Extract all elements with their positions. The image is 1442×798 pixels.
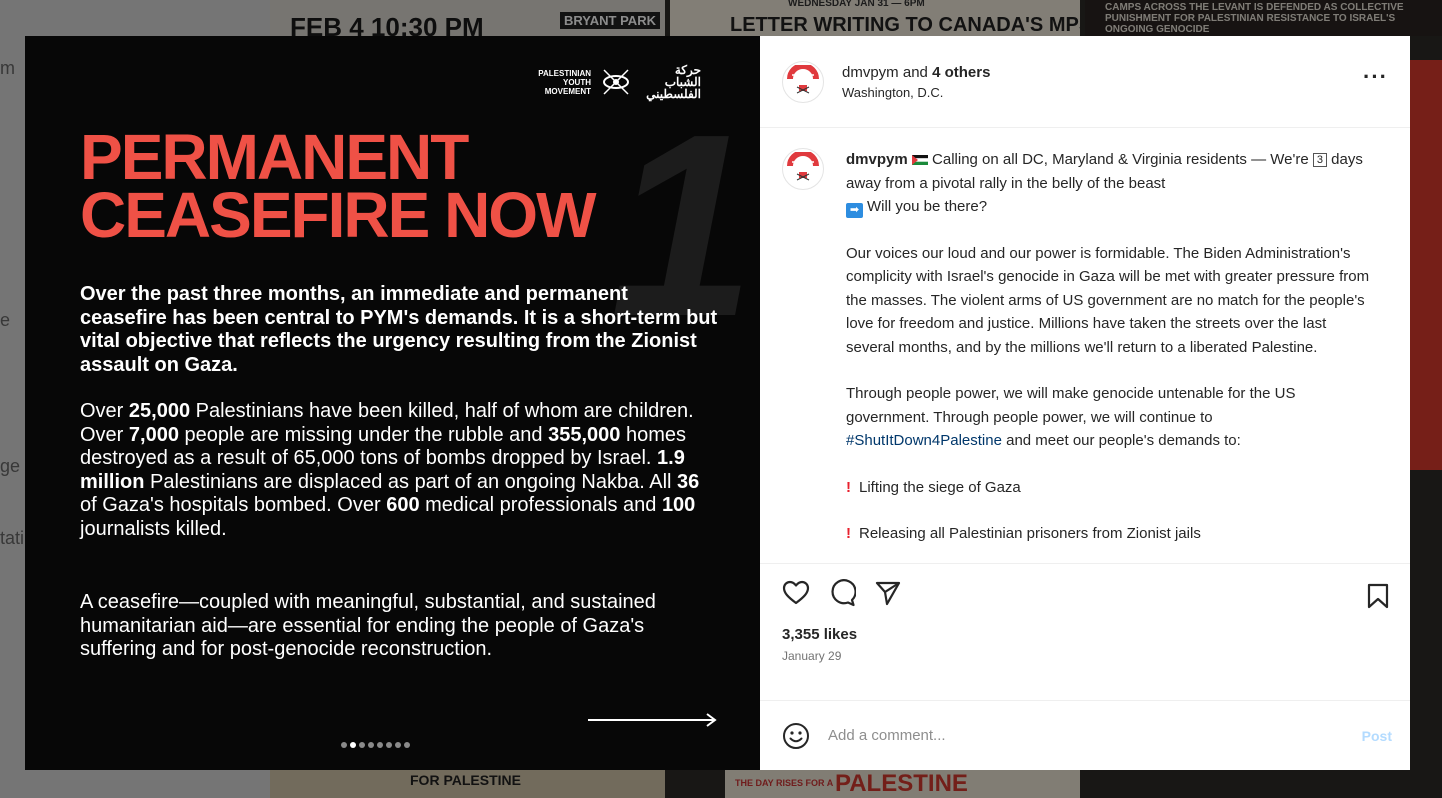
- demand-item: ! Lifting the siege of Gaza: [846, 476, 1370, 500]
- stat-figure: 355,000: [548, 423, 621, 446]
- hashtag-link[interactable]: #ShutItDown4Palestine: [846, 432, 1002, 449]
- right-arrow-emoji-icon: ➡: [846, 203, 863, 218]
- pym-logo: PALESTINIAN YOUTH MOVEMENT حركة الشباب ا…: [531, 64, 701, 100]
- collaborators-link[interactable]: 4 others: [932, 64, 990, 81]
- carousel-dot[interactable]: [368, 742, 374, 748]
- comment-input[interactable]: [828, 727, 1362, 744]
- stat-figure: 7,000: [128, 423, 179, 446]
- logo-text: PALESTINIAN YOUTH MOVEMENT: [538, 68, 591, 96]
- stat-figure: 100: [661, 494, 696, 516]
- post-header: dmvpym and 4 others Washington, D.C. ···: [760, 36, 1410, 128]
- demand-2-text: Releasing all Palestinian prisoners from…: [859, 525, 1201, 542]
- author-username[interactable]: dmvpym: [842, 64, 899, 81]
- save-bookmark-icon[interactable]: [1364, 582, 1392, 610]
- caption-text: dmvpym Calling on all DC, Maryland & Vir…: [846, 148, 1370, 563]
- stat-text: Over: [80, 400, 129, 422]
- slide-closing-paragraph: A ceasefire—coupled with meaningful, sub…: [80, 591, 656, 660]
- demand-1-text: Lifting the siege of Gaza: [859, 478, 1021, 496]
- post-actions: 3,355 likes January 29: [760, 563, 1410, 700]
- post-side-panel: dmvpym and 4 others Washington, D.C. ···: [760, 36, 1410, 770]
- carousel-dot[interactable]: [404, 742, 410, 748]
- caption-line-1c: Will you be there?: [867, 198, 988, 215]
- slide-stats-paragraph: Over 25,000 Palestinians have been kille…: [80, 400, 720, 541]
- caption-paragraph-3a: Through people power, we will make genoc…: [846, 385, 1296, 426]
- slide-lead-paragraph: Over the past three months, an immediate…: [80, 283, 718, 376]
- carousel-dots: [341, 742, 410, 748]
- logo-arabic-text: حركة الشباب الفلسطيني: [646, 63, 701, 101]
- caption-username[interactable]: dmvpym: [846, 151, 908, 168]
- post-modal: 1 PALESTINIAN YOUTH MOVEMENT حركة الشباب…: [25, 36, 1410, 770]
- palestine-flag-icon: [911, 155, 928, 165]
- and-text: and: [898, 63, 933, 81]
- carousel-dot[interactable]: [395, 742, 401, 748]
- more-options-icon[interactable]: ···: [1363, 64, 1388, 90]
- exclamation-emoji-icon: !: [846, 478, 851, 496]
- post-header-text: dmvpym and 4 others Washington, D.C.: [842, 64, 990, 100]
- stat-figure: 600: [386, 494, 420, 516]
- stat-text: of Gaza's hospitals bombed. Over: [80, 494, 387, 516]
- comment-icon[interactable]: [828, 579, 856, 607]
- post-location[interactable]: Washington, D.C.: [842, 85, 990, 100]
- avatar-logo-icon: [787, 152, 819, 181]
- post-authors: dmvpym and 4 others: [842, 64, 990, 81]
- stat-text: medical professionals and: [419, 494, 662, 516]
- stat-figure: 36: [677, 470, 700, 493]
- author-avatar[interactable]: [782, 60, 824, 103]
- caption-paragraph-3b: and meet our people's demands to:: [1001, 432, 1241, 449]
- carousel-dot[interactable]: [359, 742, 365, 748]
- carousel-dot[interactable]: [350, 742, 356, 748]
- caption-paragraph-2: Our voices our loud and our power is for…: [846, 244, 1370, 356]
- carousel-dot[interactable]: [377, 742, 383, 748]
- caption-line-1a: Calling on all DC, Maryland & Virginia r…: [932, 151, 1313, 168]
- exclamation-emoji-icon: !: [846, 525, 851, 542]
- demand-item: ! Releasing all Palestinian prisoners fro…: [846, 522, 1370, 546]
- post-comment-button[interactable]: Post: [1362, 728, 1392, 744]
- headline-line-2: CEASEFIRE NOW: [80, 179, 596, 251]
- emoji-picker-icon[interactable]: [782, 722, 810, 750]
- next-slide-arrow-icon[interactable]: [588, 712, 718, 728]
- action-icons: [782, 578, 1392, 608]
- post-date[interactable]: January 29: [782, 649, 1392, 663]
- post-image-carousel[interactable]: 1 PALESTINIAN YOUTH MOVEMENT حركة الشباب…: [25, 36, 760, 770]
- stat-text: journalists killed.: [80, 517, 227, 540]
- carousel-dot[interactable]: [341, 742, 347, 748]
- stat-figure: 25,000: [128, 400, 191, 422]
- comment-bar: Post: [760, 700, 1410, 770]
- slide-headline: PERMANENT CEASEFIRE NOW: [80, 121, 640, 251]
- logo-emblem-icon: [603, 69, 629, 95]
- headline-line-1: PERMANENT: [80, 121, 469, 193]
- like-heart-icon[interactable]: [782, 579, 810, 607]
- share-send-icon[interactable]: [874, 579, 902, 607]
- caption-avatar[interactable]: [782, 148, 824, 190]
- avatar-logo-icon: [787, 64, 819, 93]
- likes-count[interactable]: 3,355 likes: [782, 626, 1392, 643]
- stat-text: Palestinians are displaced as part of an…: [144, 470, 678, 493]
- carousel-dot[interactable]: [386, 742, 392, 748]
- post-caption-area[interactable]: dmvpym Calling on all DC, Maryland & Vir…: [760, 128, 1410, 563]
- stat-text: people are missing under the rubble and: [178, 423, 549, 446]
- three-emoji: 3: [1312, 153, 1327, 167]
